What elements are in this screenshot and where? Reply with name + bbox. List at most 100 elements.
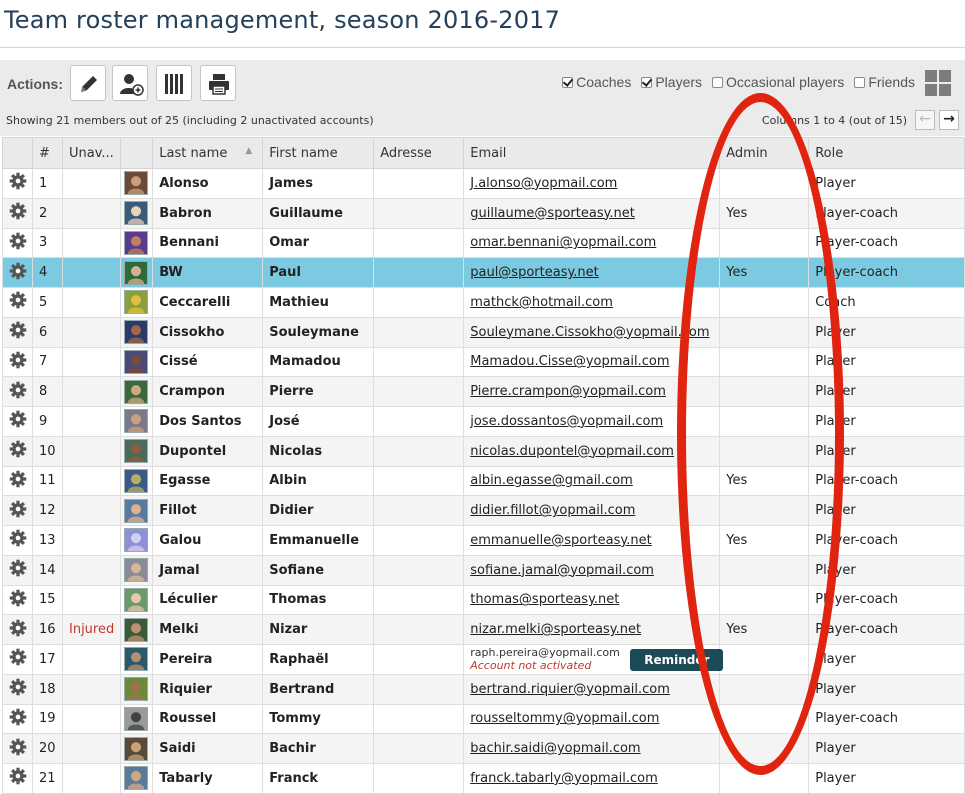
avatar[interactable] — [124, 290, 149, 315]
table-row[interactable]: 7 Cissé Mamadou Mamadou.Cisse@yopmail.com Pl… — [2, 346, 965, 378]
avatar[interactable] — [124, 587, 149, 612]
table-row[interactable]: 19 Roussel Tommy rousseltommy@yopmail.com Pl… — [2, 703, 965, 735]
avatar[interactable] — [124, 439, 149, 464]
row-settings-button[interactable] — [2, 644, 33, 675]
table-row[interactable]: 3 Bennani Omar omar.bennani@yopmail.com Play… — [2, 227, 965, 259]
table-row[interactable]: 20 Saidi Bachir bachir.saidi@yopmail.com Pla… — [2, 733, 965, 764]
table-row[interactable]: 13 Galou Emmanuelle emmanuelle@sporteasy.ne… — [2, 525, 965, 556]
table-row[interactable]: 1 Alonso James J.alonso@yopmail.com Player — [2, 168, 965, 199]
table-row[interactable]: 4 BW Paul paul@sporteasy.net Yes Player-coach — [2, 257, 965, 288]
row-settings-button[interactable] — [2, 316, 33, 348]
table-row[interactable]: 6 Cissokho Souleymane Souleymane.Cissokho@y… — [2, 316, 965, 348]
occasional-players-checkbox[interactable] — [712, 76, 724, 88]
email-link[interactable]: didier.fillot@yopmail.com — [470, 503, 635, 518]
email-link[interactable]: albin.egasse@gmail.com — [470, 473, 633, 488]
row-settings-button[interactable] — [2, 763, 33, 794]
table-row[interactable]: 5 Ceccarelli Mathieu mathck@hotmail.com Coac… — [2, 287, 965, 318]
header-number[interactable]: # — [32, 137, 63, 169]
table-row[interactable]: 21 Tabarly Franck franck.tabarly@yopmail.co… — [2, 763, 965, 794]
table-row[interactable]: 16 Injured Melki Nizar nizar.melki@sporteasy… — [2, 614, 965, 645]
row-settings-button[interactable] — [2, 257, 33, 288]
print-button[interactable] — [200, 65, 236, 101]
friends-checkbox[interactable] — [854, 76, 866, 88]
email-link[interactable]: guillaume@sporteasy.net — [470, 206, 635, 221]
avatar[interactable] — [124, 468, 149, 493]
avatar[interactable] — [124, 647, 149, 672]
avatar[interactable] — [124, 736, 149, 761]
header-role[interactable]: Role — [808, 137, 965, 169]
avatar[interactable] — [124, 379, 149, 404]
avatar[interactable] — [124, 498, 149, 523]
avatar[interactable] — [124, 677, 149, 702]
row-settings-button[interactable] — [2, 346, 33, 378]
row-settings-button[interactable] — [2, 287, 33, 318]
avatar[interactable] — [124, 320, 149, 345]
avatar[interactable] — [124, 558, 149, 583]
row-settings-button[interactable] — [2, 168, 33, 199]
row-settings-button[interactable] — [2, 435, 33, 467]
previous-columns-button[interactable]: ← — [915, 110, 935, 130]
row-settings-button[interactable] — [2, 703, 33, 735]
table-row[interactable]: 10 Dupontel Nicolas nicolas.dupontel@yopmai… — [2, 435, 965, 467]
email-link[interactable]: emmanuelle@sporteasy.net — [470, 533, 651, 548]
row-settings-button[interactable] — [2, 614, 33, 645]
row-settings-button[interactable] — [2, 584, 33, 616]
table-row[interactable]: 12 Fillot Didier didier.fillot@yopmail.com P… — [2, 495, 965, 526]
email-link[interactable]: Mamadou.Cisse@yopmail.com — [470, 354, 669, 369]
reminder-button[interactable]: Reminder — [630, 649, 724, 671]
table-row[interactable]: 9 Dos Santos José jose.dossantos@yopmail.co… — [2, 406, 965, 437]
edit-button[interactable] — [70, 65, 106, 101]
email-link[interactable]: bachir.saidi@yopmail.com — [470, 741, 640, 756]
email-link[interactable]: franck.tabarly@yopmail.com — [470, 771, 658, 786]
table-row[interactable]: 17 Pereira Raphaël raph.pereira@yopmail.com… — [2, 644, 965, 675]
avatar[interactable] — [124, 171, 149, 196]
row-settings-button[interactable] — [2, 227, 33, 259]
table-row[interactable]: 15 Léculier Thomas thomas@sporteasy.net Play… — [2, 584, 965, 616]
row-settings-button[interactable] — [2, 197, 33, 229]
table-row[interactable]: 14 Jamal Sofiane sofiane.jamal@yopmail.com P… — [2, 554, 965, 586]
email-link[interactable]: omar.bennani@yopmail.com — [470, 235, 656, 250]
coaches-checkbox[interactable] — [562, 76, 574, 88]
avatar[interactable] — [124, 528, 149, 553]
email-link[interactable]: J.alonso@yopmail.com — [470, 176, 617, 191]
row-settings-button[interactable] — [2, 406, 33, 437]
email-link[interactable]: rousseltommy@yopmail.com — [470, 711, 659, 726]
row-settings-button[interactable] — [2, 465, 33, 497]
grid-view-icon[interactable] — [925, 70, 951, 96]
filter-friends[interactable]: Friends — [854, 74, 915, 90]
email-link[interactable]: sofiane.jamal@yopmail.com — [470, 563, 654, 578]
filter-players[interactable]: Players — [641, 74, 702, 90]
header-email[interactable]: Email — [463, 137, 721, 169]
avatar[interactable] — [124, 706, 149, 731]
filter-occasional-players[interactable]: Occasional players — [712, 74, 844, 90]
table-row[interactable]: 2 Babron Guillaume guillaume@sporteasy.net Y… — [2, 197, 965, 229]
players-checkbox[interactable] — [641, 76, 653, 88]
email-link[interactable]: Souleymane.Cissokho@yopmail.com — [470, 325, 709, 340]
email-link[interactable]: nicolas.dupontel@yopmail.com — [470, 444, 674, 459]
email-link[interactable]: Pierre.crampon@yopmail.com — [470, 384, 666, 399]
email-link[interactable]: mathck@hotmail.com — [470, 295, 613, 310]
table-row[interactable]: 8 Crampon Pierre Pierre.crampon@yopmail.com… — [2, 376, 965, 407]
header-admin[interactable]: Admin — [719, 137, 810, 169]
email-link[interactable]: paul@sporteasy.net — [470, 265, 599, 280]
avatar[interactable] — [124, 766, 149, 791]
avatar[interactable] — [124, 201, 149, 226]
header-unavailability[interactable]: Unav... — [61, 137, 122, 169]
header-address[interactable]: Adresse — [373, 137, 465, 169]
row-settings-button[interactable] — [2, 525, 33, 556]
avatar[interactable] — [124, 409, 149, 434]
row-settings-button[interactable] — [2, 554, 33, 586]
table-row[interactable]: 11 Egasse Albin albin.egasse@gmail.com Yes Pl… — [2, 465, 965, 497]
add-user-button[interactable] — [112, 65, 148, 101]
row-settings-button[interactable] — [2, 495, 33, 526]
row-settings-button[interactable] — [2, 673, 33, 705]
next-columns-button[interactable]: → — [939, 110, 959, 130]
header-first-name[interactable]: First name — [262, 137, 375, 169]
email-link[interactable]: bertrand.riquier@yopmail.com — [470, 682, 670, 697]
email-link[interactable]: thomas@sporteasy.net — [470, 592, 619, 607]
filter-coaches[interactable]: Coaches — [562, 74, 631, 90]
barcode-button[interactable] — [156, 65, 192, 101]
header-last-name[interactable]: Last name ▲ — [152, 137, 264, 169]
row-settings-button[interactable] — [2, 733, 33, 764]
email-link[interactable]: jose.dossantos@yopmail.com — [470, 414, 663, 429]
